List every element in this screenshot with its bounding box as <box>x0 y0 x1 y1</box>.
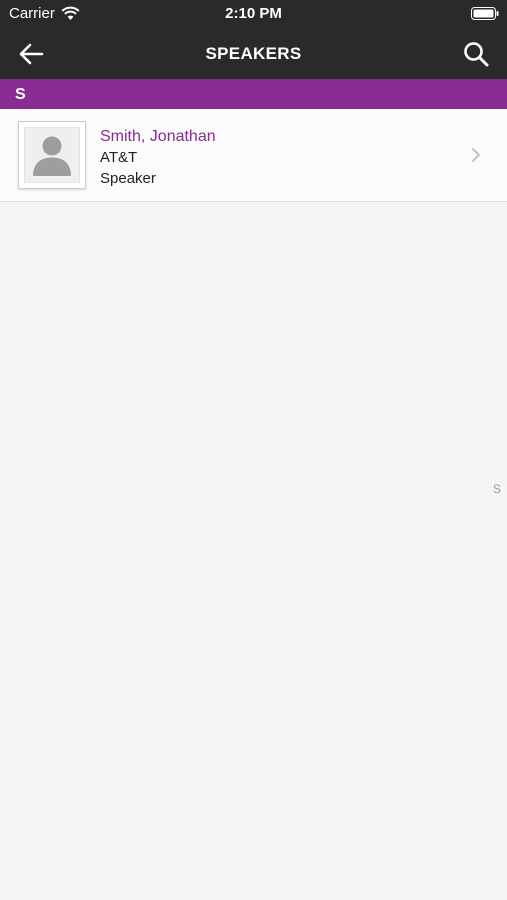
chevron-right-icon <box>472 148 480 162</box>
section-index-s[interactable]: S <box>493 482 501 496</box>
speaker-name: Smith, Jonathan <box>100 128 216 145</box>
speaker-role: Speaker <box>100 170 156 187</box>
nav-bar: SPEAKERS <box>0 28 507 79</box>
person-placeholder-icon <box>33 136 71 176</box>
page-title: SPEAKERS <box>205 44 302 63</box>
speaker-list-item[interactable]: Smith, Jonathan AT&T Speaker <box>0 109 507 202</box>
speaker-company: AT&T <box>100 149 138 166</box>
section-letter: S <box>15 86 26 103</box>
status-time: 2:10 PM <box>225 5 282 22</box>
status-bar: Carrier 2:10 PM <box>0 0 507 28</box>
section-header: S <box>0 79 507 109</box>
battery-icon <box>471 7 499 20</box>
search-icon[interactable] <box>461 39 491 69</box>
avatar <box>18 121 86 189</box>
